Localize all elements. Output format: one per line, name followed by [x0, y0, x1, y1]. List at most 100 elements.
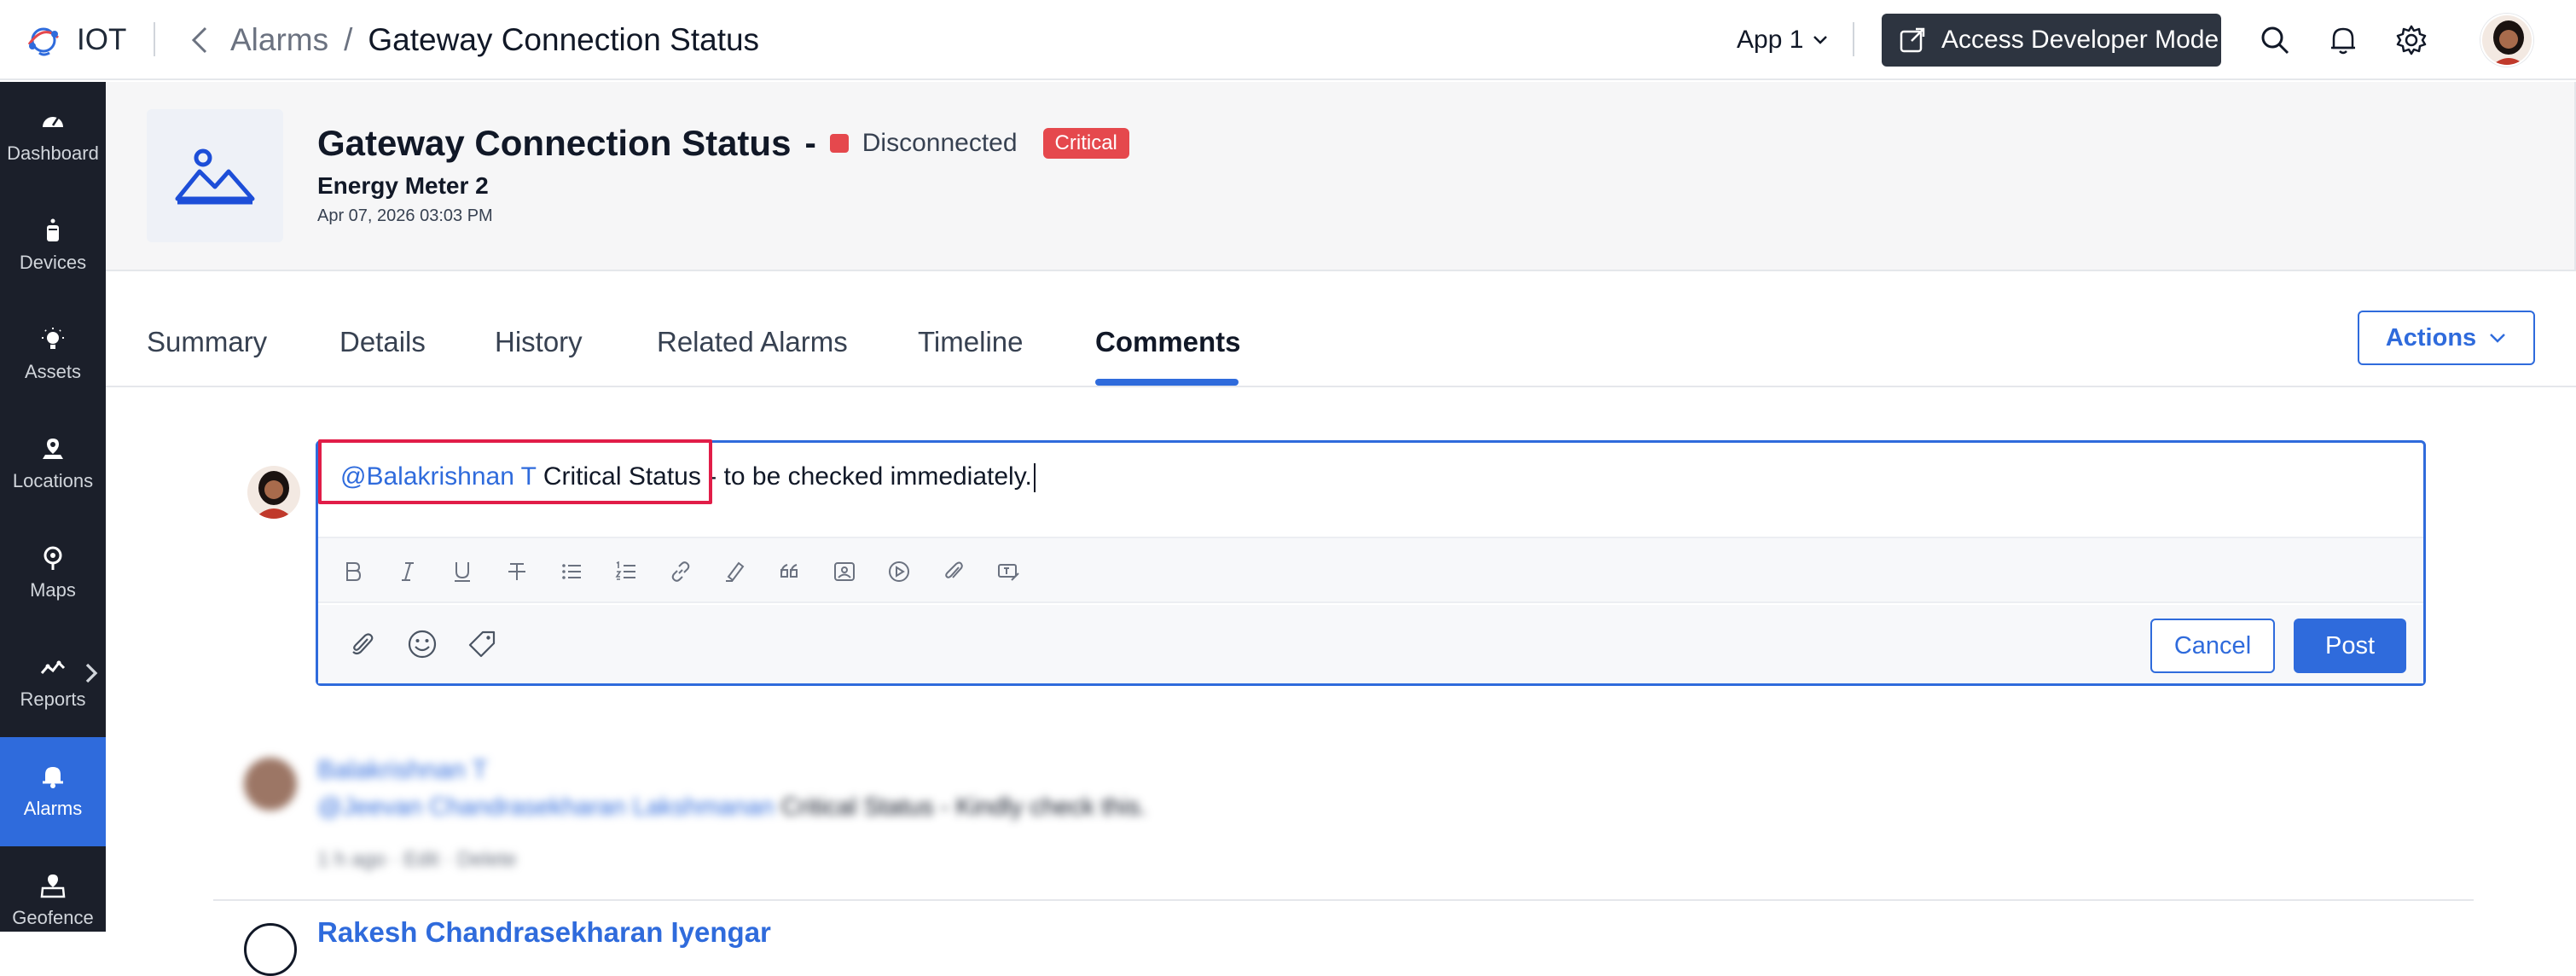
italic-icon [396, 560, 420, 584]
post-button[interactable]: Post [2294, 619, 2406, 673]
sidebar-item-label: Reports [20, 688, 86, 710]
comment-text: Critical Status - Kindly check this. [780, 793, 1147, 821]
actions-button[interactable]: Actions [2358, 311, 2535, 365]
tag-icon [467, 630, 496, 659]
chevron-right-icon [78, 660, 104, 686]
comment-author[interactable]: Rakesh Chandrasekharan Iyengar [317, 916, 771, 949]
image-icon [833, 560, 856, 584]
top-bar: IOT Alarms / Gateway Connection Status A… [0, 0, 2576, 80]
comment-input[interactable]: @Balakrishnan T Critical Status - to be … [340, 460, 1036, 494]
sidebar-item-locations[interactable]: Locations [0, 410, 106, 519]
comment-author-avatar [244, 758, 297, 810]
divider [213, 899, 2474, 901]
severity-badge: Critical [1042, 128, 1129, 159]
sidebar-item-label: Maps [30, 579, 76, 601]
attach-file-button[interactable] [344, 625, 381, 663]
map-pin-icon [40, 545, 66, 571]
video-icon [887, 560, 911, 584]
italic-button[interactable] [392, 555, 424, 588]
comment-author[interactable]: Balakrishnan T [317, 756, 488, 785]
paperclip-icon [349, 630, 376, 658]
strikethrough-icon [505, 560, 529, 584]
numbered-list-button[interactable] [610, 555, 642, 588]
mention-tag[interactable]: @Balakrishnan T [340, 462, 536, 491]
access-developer-mode-button[interactable]: Access Developer Mode [1882, 14, 2221, 67]
bell-icon [40, 764, 66, 789]
chevron-down-icon [1812, 34, 1829, 46]
tab-timeline[interactable]: Timeline [918, 326, 1023, 377]
tab-related-alarms[interactable]: Related Alarms [657, 326, 848, 377]
sidebar-item-dashboard[interactable]: Dashboard [0, 82, 106, 191]
breadcrumb-alarms[interactable]: Alarms [230, 19, 328, 61]
sidebar-item-assets[interactable]: Assets [0, 300, 106, 410]
developer-mode-label: Access Developer Mode [1941, 26, 2219, 54]
link-button[interactable] [664, 555, 697, 588]
asset-name[interactable]: Energy Meter 2 [317, 172, 489, 200]
title-separator: - [804, 124, 816, 162]
notifications-button[interactable] [2325, 22, 2361, 58]
location-icon [40, 436, 66, 462]
mention-tag[interactable]: @Jeevan Chandrasekharan Lakshmanan [317, 793, 775, 821]
back-button[interactable] [183, 22, 217, 58]
clear-format-button[interactable] [992, 555, 1024, 588]
attachment-link-button[interactable] [937, 555, 970, 588]
actions-label: Actions [2385, 323, 2477, 351]
divider [154, 22, 155, 56]
comment-meta: 1 h ago · Edit · Delete [317, 848, 517, 871]
app-selector[interactable]: App 1 [1737, 20, 1829, 60]
search-button[interactable] [2257, 22, 2293, 58]
bold-button[interactable] [337, 555, 369, 588]
insert-video-button[interactable] [883, 555, 915, 588]
insert-image-button[interactable] [828, 555, 861, 588]
brand[interactable]: IOT [22, 17, 126, 63]
comment-list: Balakrishnan T @Jeevan Chandrasekharan L… [213, 734, 2474, 976]
sidebar-item-label: Dashboard [7, 142, 99, 164]
brand-name: IOT [77, 23, 127, 56]
highlighter-icon [723, 560, 747, 584]
tab-history[interactable]: History [495, 326, 583, 377]
link-icon [669, 560, 693, 584]
clear-format-icon [996, 560, 1020, 584]
alarm-timestamp: Apr 07, 2026 03:03 PM [317, 206, 493, 225]
alarm-header: Gateway Connection Status - Disconnected… [106, 82, 2576, 271]
strikethrough-button[interactable] [501, 555, 533, 588]
sidebar-item-reports[interactable]: Reports [0, 628, 106, 737]
comment-author-avatar [244, 923, 297, 976]
sidebar-item-alarms[interactable]: Alarms [0, 737, 106, 846]
tab-bar: Summary Details History Related Alarms T… [106, 273, 2576, 387]
sidebar: Dashboard Devices Assets Locations Maps … [0, 82, 106, 932]
formatting-toolbar [318, 537, 2423, 603]
quote-icon [778, 560, 802, 584]
sidebar-item-label: Assets [24, 361, 82, 382]
cancel-button[interactable]: Cancel [2150, 619, 2275, 673]
comment-text-highlighted: Critical Status [542, 462, 701, 491]
bullet-list-icon [560, 560, 583, 584]
bullet-list-button[interactable] [555, 555, 588, 588]
sidebar-item-devices[interactable]: Devices [0, 191, 106, 300]
divider [1853, 22, 1854, 56]
active-tab-indicator [1095, 379, 1239, 386]
bold-icon [341, 560, 365, 584]
tab-summary[interactable]: Summary [147, 326, 267, 377]
sidebar-item-geofence[interactable]: Geofence [0, 846, 106, 956]
sidebar-item-label: Locations [12, 470, 94, 491]
tag-button[interactable] [463, 625, 501, 663]
user-avatar[interactable] [2480, 14, 2533, 67]
settings-button[interactable] [2393, 22, 2429, 58]
emoji-button[interactable] [403, 625, 441, 663]
numbered-list-icon [614, 560, 638, 584]
comment-text-rest: - to be checked immediately. [700, 462, 1032, 491]
reports-icon [40, 654, 66, 680]
dashboard-icon [40, 108, 66, 134]
highlighter-button[interactable] [719, 555, 751, 588]
status-label: Disconnected [862, 129, 1018, 157]
quote-button[interactable] [774, 555, 806, 588]
tab-comments[interactable]: Comments [1095, 326, 1241, 377]
sidebar-item-maps[interactable]: Maps [0, 519, 106, 628]
app-selector-label: App 1 [1737, 26, 1804, 54]
chevron-down-icon [2488, 332, 2507, 344]
tab-details[interactable]: Details [339, 326, 426, 377]
external-link-icon [1899, 26, 1926, 54]
underline-button[interactable] [446, 555, 479, 588]
comment-editor[interactable]: @Balakrishnan T Critical Status - to be … [316, 439, 2426, 686]
